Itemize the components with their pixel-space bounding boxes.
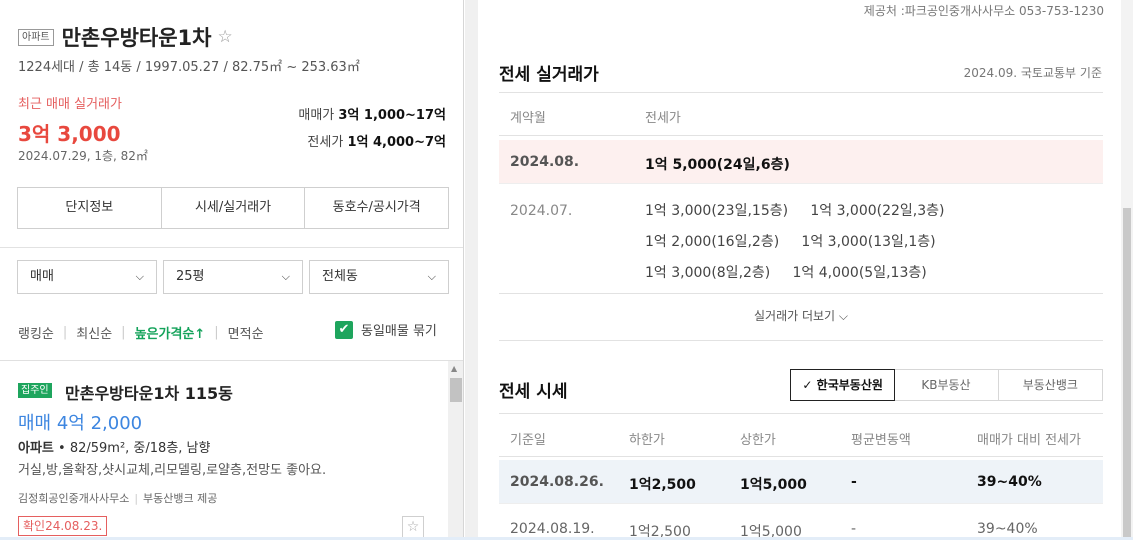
real-trade-header: 계약월 전세가	[499, 92, 1103, 136]
market-change: -	[851, 521, 857, 537]
market-ratio: 39~40%	[977, 521, 1038, 537]
favorite-star-icon[interactable]: ☆	[217, 27, 232, 47]
market-ratio: 39~40%	[977, 474, 1042, 490]
info-tabs: 단지정보 시세/실거래가 동호수/공시가격	[17, 187, 449, 229]
tab-bank[interactable]: 부동산뱅크	[999, 370, 1102, 400]
page-scrollbar[interactable]	[1121, 0, 1133, 540]
data-provider: 제공처 :파크공인중개사사무소 053-753-1230	[863, 4, 1104, 18]
real-trade-basis: 2024.09. 국토교통부 기준	[963, 66, 1102, 80]
dong-value: 전체동	[322, 269, 358, 284]
col-base-date: 기준일	[510, 433, 546, 448]
sort-high-price[interactable]: 높은가격순↑	[135, 323, 206, 342]
complex-panel: 아파트 만촌우방타운1차 ☆ 1224세대 / 총 14동 / 1997.05.…	[0, 0, 464, 540]
jeonse-range-label: 전세가	[307, 135, 344, 150]
more-trades-link[interactable]: 실거래가 더보기 ⌵	[499, 307, 1103, 324]
jeonse-range: 전세가 1억 4,000~7억	[307, 131, 446, 150]
complex-name: 만촌우방타운1차	[61, 26, 212, 50]
complex-summary: 1224세대 / 총 14동 / 1997.05.27 / 82.75㎡ ~ 2…	[18, 60, 360, 75]
listing-type: 아파트	[18, 441, 54, 456]
listing-favorite-icon[interactable]: ☆	[402, 516, 424, 538]
confirm-badge: 확인24.08.23.	[18, 516, 108, 536]
chevron-down-icon: ⌵	[135, 270, 144, 283]
col-avg-change: 평균변동액	[851, 433, 911, 448]
page-scrollbar-thumb[interactable]	[1123, 208, 1131, 538]
real-trade-title: 전세 실거래가	[499, 65, 599, 85]
owner-badge: 집주인	[18, 383, 52, 398]
market-low: 1억2,500	[629, 477, 696, 493]
tab-complex-info[interactable]: 단지정보	[18, 188, 162, 228]
market-date: 2024.08.19.	[510, 521, 595, 537]
market-price-title: 전세 시세	[499, 382, 568, 402]
panel-gap	[465, 0, 478, 540]
real-trade-row-highlight: 2024.08. 1억 5,000(24일,6층)	[499, 140, 1103, 184]
trade-line: 1억 2,000(16일,2층) 1억 3,000(13일,1층)	[645, 234, 936, 250]
market-row: 2024.08.26. 1억2,500 1억5,000 - 39~40%	[499, 460, 1103, 504]
market-source-tabs: ✓ 한국부동산원 KB부동산 부동산뱅크	[790, 369, 1103, 401]
recent-trade-price: 3억 3,000	[18, 122, 121, 146]
trade-month: 2024.07.	[510, 203, 573, 219]
sale-range: 매매가 3억 1,000~17억	[298, 104, 446, 123]
listing-scrollbar[interactable]: ▲	[448, 361, 463, 540]
recent-trade-label: 최근 매매 실거래가	[18, 97, 122, 112]
divider	[0, 247, 463, 248]
jeonse-range-value: 1억 4,000~7억	[347, 135, 446, 150]
sort-latest[interactable]: 최신순	[76, 323, 112, 342]
complex-title-row: 아파트 만촌우방타운1차 ☆	[18, 22, 233, 52]
sort-ranking[interactable]: 랭킹순	[18, 323, 54, 342]
col-contract-month: 계약월	[510, 111, 546, 126]
size-select[interactable]: 25평 ⌵	[163, 260, 303, 294]
listing-spec: 82/59m², 중/18층, 남향	[69, 441, 211, 456]
listing-info: 아파트 • 82/59m², 중/18층, 남향	[18, 441, 211, 456]
market-row: 2024.08.19. 1억2,500 1억5,000 - 39~40%	[499, 507, 1103, 540]
sale-range-value: 3억 1,000~17억	[338, 108, 446, 123]
recent-trade-date: 2024.07.29, 1층, 82㎡	[18, 149, 148, 163]
listing-source: 부동산뱅크 제공	[143, 492, 218, 505]
scroll-up-arrow-icon[interactable]: ▲	[451, 364, 457, 373]
chevron-down-icon: ⌵	[427, 270, 436, 283]
col-high: 상한가	[740, 433, 776, 448]
market-high: 1억5,000	[740, 477, 807, 493]
listing-title[interactable]: 만촌우방타운1차 115동	[65, 380, 233, 404]
dong-select[interactable]: 전체동 ⌵	[309, 260, 449, 294]
col-jeonse-price: 전세가	[645, 111, 681, 126]
market-header: 기준일 하한가 상한가 평균변동액 매매가 대비 전세가	[499, 413, 1103, 457]
tab-unit-public-price[interactable]: 동호수/공시가격	[305, 188, 448, 228]
listing-description: 거실,방,올확장,샷시교체,리모델링,로얄층,전망도 좋아요.	[18, 463, 327, 478]
sort-area[interactable]: 면적순	[228, 323, 264, 342]
trade-line: 1억 3,000(8일,2층) 1억 4,000(5일,13층)	[645, 265, 927, 281]
apartment-tag: 아파트	[18, 28, 54, 46]
chevron-down-icon: ⌵	[281, 270, 290, 283]
col-low: 하한가	[629, 433, 665, 448]
market-date: 2024.08.26.	[510, 474, 604, 490]
checkbox-checked-icon[interactable]: ✔	[335, 320, 353, 339]
price-detail-panel: 제공처 :파크공인중개사사무소 053-753-1230 전세 실거래가 202…	[465, 0, 1133, 540]
trade-month: 2024.08.	[510, 154, 580, 170]
trade-line: 1억 3,000(23일,15층) 1억 3,000(22일,3층)	[645, 203, 945, 219]
group-same-listings-label: 동일매물 묶기	[361, 324, 437, 339]
tab-reb[interactable]: ✓ 한국부동산원	[790, 369, 896, 401]
trade-value: 1억 5,000(24일,6층)	[645, 157, 790, 173]
group-same-listings[interactable]: ✔ 동일매물 묶기	[335, 320, 437, 339]
sale-range-label: 매매가	[298, 108, 335, 123]
trade-values: 1억 3,000(23일,15층) 1억 3,000(22일,3층) 1억 2,…	[645, 196, 945, 289]
market-change: -	[851, 474, 857, 490]
col-ratio: 매매가 대비 전세가	[977, 433, 1081, 448]
sort-options: 랭킹순 | 최신순 | 높은가격순↑ | 면적순	[18, 323, 264, 342]
tab-kb[interactable]: KB부동산	[894, 370, 999, 400]
scrollbar-thumb[interactable]	[450, 378, 462, 402]
listing-agent: 김정희공인중개사사무소 | 부동산뱅크 제공	[18, 492, 218, 505]
listing-price: 매매 4억 2,000	[18, 413, 143, 434]
trade-type-select[interactable]: 매매 ⌵	[17, 260, 157, 294]
agent-name: 김정희공인중개사사무소	[18, 492, 130, 505]
tab-price-trades[interactable]: 시세/실거래가	[162, 188, 306, 228]
trade-type-value: 매매	[30, 269, 54, 284]
listing-list: 집주인 만촌우방타운1차 115동 매매 4억 2,000 아파트 • 82/5…	[0, 360, 463, 540]
size-value: 25평	[176, 269, 205, 284]
